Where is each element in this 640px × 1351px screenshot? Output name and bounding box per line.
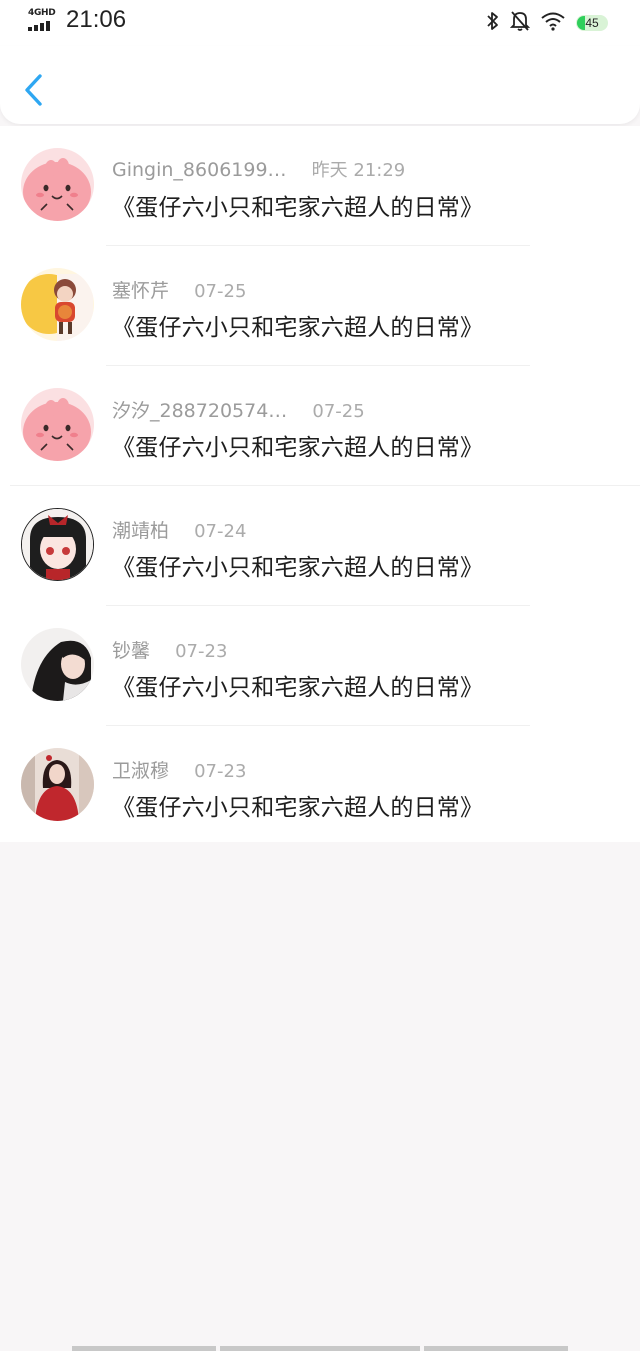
comment-list: Gingin_8606199… 昨天 21:29 《蛋仔六小只和宅家六超人的日常… bbox=[0, 126, 640, 842]
nav-bar bbox=[0, 46, 640, 124]
item-title[interactable]: 《蛋仔六小只和宅家六超人的日常》 bbox=[112, 548, 483, 582]
battery-level: 45 bbox=[585, 16, 599, 30]
network-label: 4GHD bbox=[28, 8, 56, 18]
username[interactable]: 塞怀芹 bbox=[112, 280, 169, 302]
timestamp: 07-25 bbox=[194, 281, 247, 302]
avatar[interactable] bbox=[21, 628, 94, 701]
item-title[interactable]: 《蛋仔六小只和宅家六超人的日常》 bbox=[112, 788, 483, 822]
doll-moon-avatar bbox=[21, 268, 94, 341]
username[interactable]: 汐汐_288720574… bbox=[112, 400, 287, 422]
item-title[interactable]: 《蛋仔六小只和宅家六超人的日常》 bbox=[112, 308, 483, 342]
timestamp: 07-24 bbox=[194, 521, 247, 542]
woman-portrait-avatar bbox=[21, 628, 94, 701]
back-button[interactable] bbox=[16, 70, 52, 110]
username[interactable]: 卫淑穆 bbox=[112, 760, 169, 782]
item-title[interactable]: 《蛋仔六小只和宅家六超人的日常》 bbox=[112, 428, 483, 462]
timestamp: 昨天 21:29 bbox=[311, 160, 406, 181]
home-indicator bbox=[72, 1346, 568, 1351]
woman-red-dress-avatar bbox=[21, 748, 94, 821]
list-item[interactable]: 汐汐_288720574… 07-25 《蛋仔六小只和宅家六超人的日常》 bbox=[0, 366, 640, 486]
username[interactable]: 钞馨 bbox=[112, 640, 150, 662]
battery-icon: 45 bbox=[576, 15, 608, 31]
bluetooth-icon bbox=[486, 10, 500, 36]
timestamp: 07-23 bbox=[194, 761, 247, 782]
list-item[interactable]: 潮靖柏 07-24 《蛋仔六小只和宅家六超人的日常》 bbox=[0, 486, 640, 606]
avatar[interactable] bbox=[21, 508, 94, 581]
status-time: 21:06 bbox=[66, 6, 127, 33]
username[interactable]: 潮靖柏 bbox=[112, 520, 169, 542]
signal-icon: 4GHD bbox=[28, 8, 62, 32]
avatar[interactable] bbox=[21, 268, 94, 341]
wifi-icon bbox=[540, 11, 566, 35]
username[interactable]: Gingin_8606199… bbox=[112, 159, 287, 181]
bell-off-icon bbox=[509, 10, 531, 36]
status-bar: 4GHD 21:06 45 bbox=[0, 0, 640, 46]
list-item[interactable]: Gingin_8606199… 昨天 21:29 《蛋仔六小只和宅家六超人的日常… bbox=[0, 126, 640, 246]
item-title[interactable]: 《蛋仔六小只和宅家六超人的日常》 bbox=[112, 668, 483, 702]
item-title[interactable]: 《蛋仔六小只和宅家六超人的日常》 bbox=[112, 188, 483, 222]
avatar[interactable] bbox=[21, 148, 94, 221]
timestamp: 07-23 bbox=[175, 641, 228, 662]
chevron-left-icon bbox=[25, 74, 42, 106]
list-item[interactable]: 卫淑穆 07-23 《蛋仔六小只和宅家六超人的日常》 bbox=[0, 726, 640, 846]
timestamp: 07-25 bbox=[312, 401, 365, 422]
list-item[interactable]: 钞馨 07-23 《蛋仔六小只和宅家六超人的日常》 bbox=[0, 606, 640, 726]
anime-girl-avatar bbox=[22, 509, 93, 580]
avatar[interactable] bbox=[21, 748, 94, 821]
pink-cartoon-avatar bbox=[21, 388, 94, 461]
list-item[interactable]: 塞怀芹 07-25 《蛋仔六小只和宅家六超人的日常》 bbox=[0, 246, 640, 366]
avatar[interactable] bbox=[21, 388, 94, 461]
pink-cartoon-avatar bbox=[21, 148, 94, 221]
